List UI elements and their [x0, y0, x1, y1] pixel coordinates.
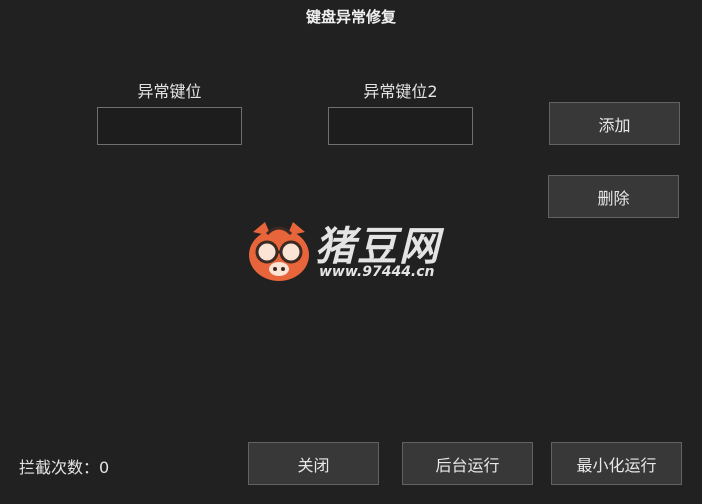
key1-input[interactable]: [97, 107, 242, 145]
watermark-url: www.97444.cn: [319, 264, 435, 280]
pig-logo-icon: [249, 222, 309, 281]
key2-input[interactable]: [328, 107, 473, 145]
background-run-button[interactable]: 后台运行: [402, 442, 533, 485]
delete-button[interactable]: 删除: [548, 175, 679, 218]
key1-label: 异常键位: [137, 82, 202, 101]
window-title: 键盘异常修复: [305, 8, 396, 26]
key2-label: 异常键位2: [363, 82, 438, 101]
minimize-run-button[interactable]: 最小化运行: [551, 442, 682, 485]
add-button[interactable]: 添加: [549, 102, 680, 145]
watermark: 猪豆网 www.97444.cn: [245, 218, 460, 290]
intercept-count: 拦截次数：0: [19, 458, 110, 477]
close-button[interactable]: 关闭: [248, 442, 379, 485]
